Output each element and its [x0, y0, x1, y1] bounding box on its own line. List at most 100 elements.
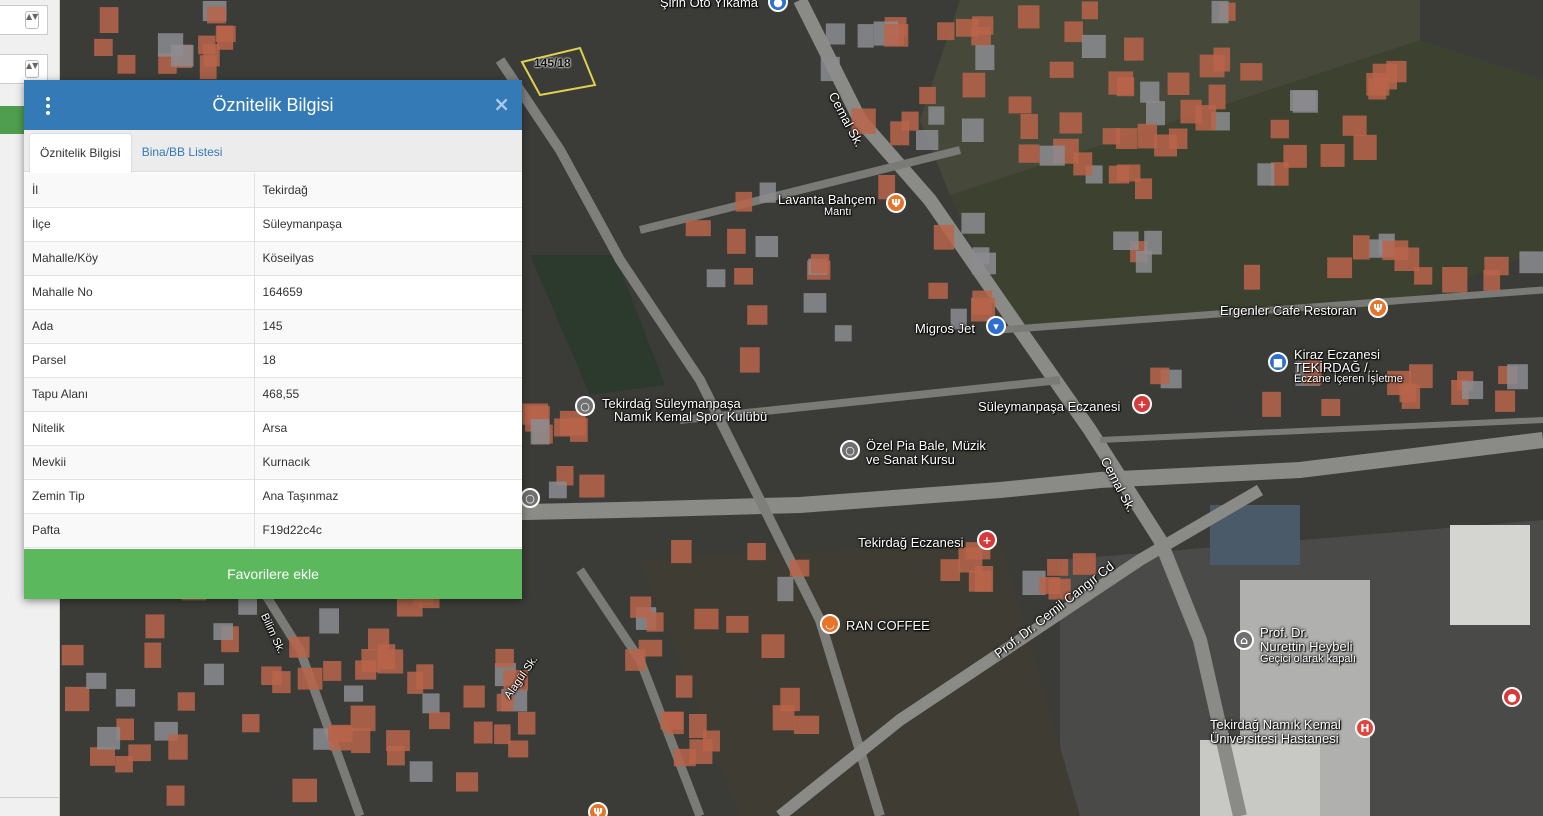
- building-roof: [570, 418, 588, 442]
- building-roof: [694, 608, 719, 630]
- clinic-icon[interactable]: ⌂: [1234, 630, 1254, 650]
- restaurant-icon[interactable]: Ψ: [886, 193, 906, 213]
- lock-icon[interactable]: ■: [1268, 352, 1288, 372]
- building-roof: [780, 687, 800, 712]
- shopping-cart-icon[interactable]: ▾: [986, 316, 1006, 336]
- sidebar-select-1[interactable]: ▲▼: [0, 5, 48, 35]
- attribute-key: Mevkii: [24, 445, 255, 480]
- building-roof: [351, 728, 371, 754]
- building-roof: [548, 481, 567, 499]
- attribute-key: Mahalle/Köy: [24, 241, 255, 276]
- attribute-key: Mahalle No: [24, 275, 255, 310]
- add-to-favorites-button[interactable]: Favorilere ekle: [24, 549, 522, 599]
- building-roof: [961, 212, 985, 234]
- building-roof: [508, 740, 529, 758]
- building-roof: [344, 685, 364, 702]
- building-roof: [1342, 115, 1367, 136]
- building-roof: [297, 667, 323, 690]
- building-roof: [727, 228, 746, 254]
- building-roof: [755, 236, 779, 258]
- table-row: İlçe Süleymanpaşa: [24, 207, 522, 242]
- building-roof: [1414, 267, 1433, 285]
- pharmacy-icon-3[interactable]: ●: [1502, 687, 1522, 707]
- building-roof: [1283, 144, 1307, 168]
- table-row: Mahalle/Köy Köseilyas: [24, 241, 522, 276]
- place-ergenler-cafe: Ergenler Cafe Restoran: [1220, 303, 1357, 318]
- building-roof: [456, 772, 479, 792]
- building-roof: [1519, 251, 1543, 274]
- building-roof: [1017, 5, 1040, 29]
- attribute-table: İl Tekirdağ İlçe Süleymanpaşa Mahalle/Köy Kös…: [24, 173, 522, 548]
- building-roof: [975, 44, 995, 71]
- building-roof: [407, 671, 424, 694]
- restaurant-icon-2[interactable]: Ψ: [1368, 298, 1388, 318]
- sports-club-icon[interactable]: ○: [575, 396, 595, 416]
- tab-oznitelik-bilgisi[interactable]: Öznitelik Bilgisi: [29, 133, 132, 173]
- table-row: Pafta F19d22c4c: [24, 513, 522, 548]
- building-roof: [86, 672, 107, 689]
- building-roof: [884, 24, 909, 47]
- building-roof: [660, 711, 684, 730]
- attribute-key: İl: [24, 173, 255, 208]
- building-roof: [361, 649, 380, 673]
- pharmacy-icon-2[interactable]: +: [977, 530, 997, 550]
- building-roof: [1146, 101, 1165, 126]
- building-roof: [747, 305, 768, 325]
- place-ozel-pia-2: ve Sanat Kursu: [866, 452, 955, 467]
- tab-bina-bb-listesi[interactable]: Bina/BB Listesi: [132, 133, 233, 172]
- building-roof: [1124, 37, 1144, 61]
- building-roof: [422, 693, 440, 714]
- attribute-key: Tapu Alanı: [24, 377, 255, 412]
- building-roof: [145, 614, 165, 639]
- building-roof: [1113, 231, 1139, 250]
- building-roof: [61, 644, 84, 666]
- building-roof: [1049, 61, 1074, 78]
- building-roof: [429, 712, 450, 730]
- building-roof: [1270, 119, 1289, 139]
- building-roof: [1495, 390, 1516, 412]
- attribute-value: Tekirdağ: [254, 173, 522, 208]
- building-roof: [968, 570, 992, 592]
- pharmacy-icon[interactable]: +: [1132, 394, 1152, 414]
- building-roof: [292, 778, 317, 803]
- attribute-value: 164659: [254, 275, 522, 310]
- place-tekirdag-eczanesi: Tekirdağ Eczanesi: [858, 535, 964, 550]
- building-roof: [961, 118, 984, 142]
- panel-tabs: Öznitelik Bilgisi Bina/BB Listesi: [24, 130, 522, 173]
- place-heybeli-3: Geçici olarak kapalı: [1260, 653, 1356, 665]
- building-roof: [1462, 381, 1484, 400]
- attribute-key: Zemin Tip: [24, 479, 255, 514]
- building-roof: [115, 756, 133, 773]
- building-roof: [90, 747, 115, 766]
- cafe-icon[interactable]: Ψ: [588, 802, 608, 816]
- hospital-icon[interactable]: H: [1355, 718, 1375, 738]
- building-roof: [1327, 257, 1353, 279]
- building-roof: [463, 685, 485, 708]
- select-arrows-icon: ▲▼: [25, 60, 39, 78]
- building-roof: [1116, 77, 1135, 97]
- close-icon[interactable]: ×: [493, 94, 510, 114]
- place-icon[interactable]: ○: [520, 488, 540, 508]
- place-lavanta-bahcem: Lavanta Bahçem: [778, 192, 876, 207]
- building-roof: [261, 666, 282, 685]
- attribute-value: 468,55: [254, 377, 522, 412]
- attribute-value: F19d22c4c: [254, 513, 522, 548]
- table-row: Ada 145: [24, 309, 522, 344]
- building-roof: [1135, 250, 1152, 273]
- building-roof: [168, 734, 188, 760]
- coffee-icon[interactable]: ◡: [820, 614, 840, 634]
- building-roof: [1507, 364, 1528, 390]
- building-roof: [1321, 398, 1341, 416]
- building-roof: [1257, 163, 1275, 186]
- building-roof: [789, 559, 810, 577]
- table-row: Mahalle No 164659: [24, 275, 522, 310]
- building-roof: [207, 6, 226, 24]
- building-roof: [1018, 144, 1040, 163]
- building-roof: [1320, 144, 1345, 167]
- building-roof: [1167, 72, 1190, 95]
- building-roof: [689, 739, 713, 764]
- school-icon[interactable]: ○: [840, 440, 860, 460]
- building-roof: [739, 347, 760, 373]
- building-roof: [204, 663, 224, 686]
- building-roof: [495, 648, 514, 668]
